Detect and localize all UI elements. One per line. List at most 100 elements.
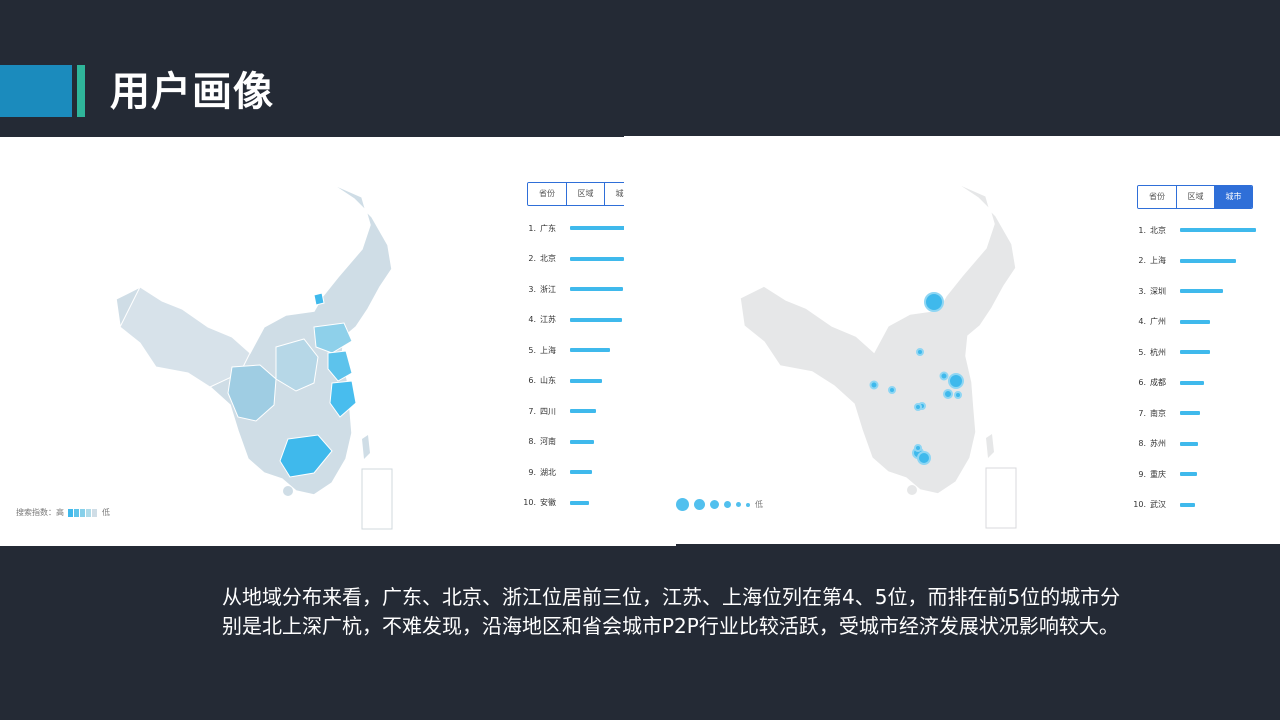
bubble-suzhou bbox=[954, 391, 962, 399]
ranking-name: 江苏 bbox=[540, 315, 556, 325]
ranking-name: 山东 bbox=[540, 376, 556, 386]
ranking-bar bbox=[1180, 411, 1200, 416]
map-west-region bbox=[119, 286, 251, 388]
ranking-bar bbox=[1180, 350, 1210, 355]
map-taiwan-grey bbox=[986, 434, 994, 458]
map-hainan-grey bbox=[907, 485, 917, 495]
ranking-name: 广东 bbox=[540, 223, 556, 233]
map-south-sea-inset-grey bbox=[985, 467, 1017, 529]
ranking-name: 上海 bbox=[540, 345, 556, 355]
map-taiwan bbox=[362, 435, 370, 459]
ranking-number: 6. bbox=[528, 376, 536, 386]
ranking-bar bbox=[570, 439, 594, 444]
ranking-bar bbox=[1180, 258, 1236, 263]
legend-bubble-6 bbox=[746, 502, 750, 507]
ranking-bar bbox=[570, 500, 589, 505]
ranking-name: 安徽 bbox=[540, 498, 556, 508]
ranking-number: 3. bbox=[1138, 286, 1146, 296]
ranking-number: 10. bbox=[523, 498, 536, 508]
tab-province[interactable]: 省份 bbox=[1138, 186, 1176, 208]
ranking-bar bbox=[1180, 228, 1256, 233]
map-hainan bbox=[283, 486, 293, 496]
ranking-name: 深圳 bbox=[1150, 286, 1166, 296]
bubble-nanjing bbox=[939, 371, 949, 381]
ranking-bar bbox=[570, 287, 623, 292]
map-south-sea-inset bbox=[361, 468, 393, 530]
ranking-number: 5. bbox=[1138, 347, 1146, 357]
ranking-number: 2. bbox=[528, 254, 536, 264]
bubble-zhengzhou bbox=[914, 403, 922, 411]
china-province-map bbox=[115, 182, 393, 530]
ranking-number: 1. bbox=[528, 223, 536, 233]
ranking-name: 重庆 bbox=[1150, 469, 1166, 479]
ranking-name: 北京 bbox=[540, 254, 556, 264]
ranking-name: 广州 bbox=[1150, 317, 1166, 327]
ranking-number: 9. bbox=[1138, 469, 1146, 479]
tab-city[interactable]: 城市 bbox=[1214, 186, 1252, 208]
ranking-bar bbox=[1180, 380, 1204, 385]
ranking-name: 上海 bbox=[1150, 256, 1166, 266]
ranking-bar bbox=[570, 470, 592, 475]
ranking-name: 北京 bbox=[1150, 225, 1166, 235]
province-map-panel: 省份 区域 城市 1.广东2.北京3.浙江4.江苏5.上海6.山东7.四川8.河… bbox=[0, 137, 676, 546]
ranking-row: 3. 深圳 bbox=[1132, 276, 1256, 307]
ranking-number: 4. bbox=[528, 315, 536, 325]
ranking-bar bbox=[570, 409, 596, 414]
legend-bubble-3 bbox=[710, 500, 719, 509]
ranking-row: 4. 广州 bbox=[1132, 307, 1256, 338]
ranking-number: 4. bbox=[1138, 317, 1146, 327]
ranking-name: 湖北 bbox=[540, 467, 556, 477]
china-city-map bbox=[739, 181, 1017, 529]
ranking-row: 1. 北京 bbox=[1132, 215, 1256, 246]
city-ranking-list: 1. 北京 2. 上海 3. 深圳 4. 广州 5. 杭州 6. 成都 7. 南京 8. 苏州 9. 重庆 10. 武… bbox=[1132, 215, 1256, 520]
legend-bubble-2 bbox=[694, 499, 705, 510]
bubble-size-legend: 低 bbox=[676, 498, 763, 511]
legend-bubble-1 bbox=[676, 498, 689, 511]
ranking-number: 2. bbox=[1138, 256, 1146, 266]
bubble-chengdu bbox=[869, 380, 879, 390]
ranking-bar bbox=[1180, 472, 1197, 477]
right-tab-group: 省份 区域 城市 bbox=[1137, 185, 1253, 209]
ranking-number: 3. bbox=[528, 284, 536, 294]
tab-region[interactable]: 区域 bbox=[566, 183, 604, 205]
ranking-bar bbox=[570, 317, 622, 322]
tab-region[interactable]: 区域 bbox=[1176, 186, 1214, 208]
ranking-row: 2. 上海 bbox=[1132, 246, 1256, 277]
ranking-number: 5. bbox=[528, 345, 536, 355]
city-map-panel: 省份 区域 城市 1. 北京 2. 上海 3. 深圳 4. 广州 5. 杭州 6. 成都 7. 南京 8. 苏… bbox=[624, 136, 1280, 544]
ranking-name: 四川 bbox=[540, 406, 556, 416]
ranking-row: 9. 重庆 bbox=[1132, 459, 1256, 490]
ranking-number: 7. bbox=[1138, 408, 1146, 418]
ranking-name: 南京 bbox=[1150, 408, 1166, 418]
ranking-row: 7. 南京 bbox=[1132, 398, 1256, 429]
ranking-bar bbox=[570, 256, 624, 261]
bubble-beijing bbox=[924, 292, 944, 312]
ranking-row: 10. 武汉 bbox=[1132, 490, 1256, 521]
map-china-outline-grey bbox=[739, 181, 1017, 495]
ranking-number: 9. bbox=[528, 467, 536, 477]
ranking-name: 苏州 bbox=[1150, 439, 1166, 449]
map-shandong bbox=[313, 322, 353, 354]
slide-title: 用户画像 bbox=[110, 69, 274, 115]
ranking-number: 8. bbox=[1138, 439, 1146, 449]
bubble-shenzhen bbox=[917, 451, 931, 465]
legend-bubble-5 bbox=[736, 502, 741, 507]
ranking-name: 浙江 bbox=[540, 284, 556, 294]
ranking-number: 8. bbox=[528, 437, 536, 447]
legend-high-label: 搜索指数：高 bbox=[16, 508, 64, 517]
ranking-row: 8. 苏州 bbox=[1132, 429, 1256, 460]
ranking-bar bbox=[570, 348, 610, 353]
ranking-number: 7. bbox=[528, 406, 536, 416]
ranking-bar bbox=[570, 378, 602, 383]
ranking-bar bbox=[1180, 502, 1195, 507]
bubble-xian bbox=[914, 444, 922, 452]
tab-province[interactable]: 省份 bbox=[528, 183, 566, 205]
ranking-bar bbox=[1180, 441, 1198, 446]
bubble-hangzhou bbox=[943, 389, 953, 399]
map-beijing bbox=[313, 292, 325, 306]
ranking-row: 6. 成都 bbox=[1132, 368, 1256, 399]
ranking-name: 杭州 bbox=[1150, 347, 1166, 357]
ranking-row: 5. 杭州 bbox=[1132, 337, 1256, 368]
title-accent-blue bbox=[0, 65, 72, 117]
search-index-legend: 搜索指数：高 低 bbox=[16, 507, 110, 518]
